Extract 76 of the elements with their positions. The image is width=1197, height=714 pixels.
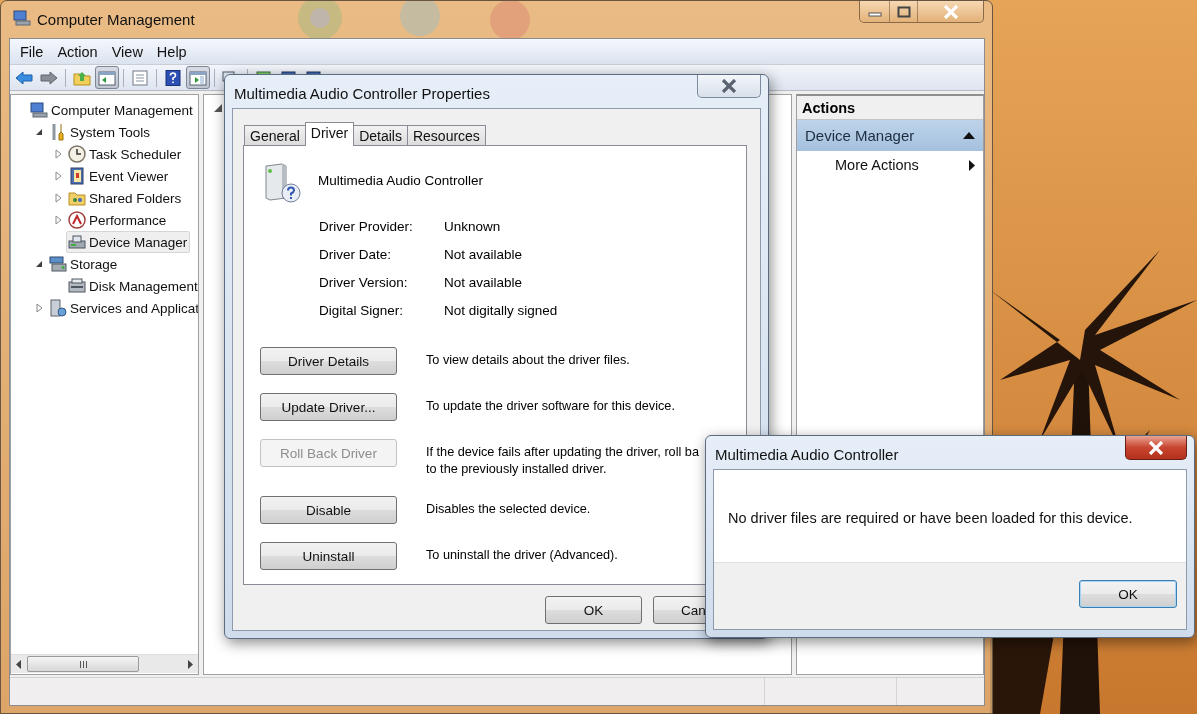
- device-name: Multimedia Audio Controller: [318, 173, 484, 188]
- tab[interactable]: Driver: [304, 122, 355, 146]
- log-book-icon: [68, 167, 86, 185]
- window-title: Computer Management: [37, 11, 196, 28]
- pane-icon: [98, 69, 116, 86]
- driver-action-button[interactable]: Uninstall: [260, 542, 397, 570]
- scroll-left-icon[interactable]: [16, 659, 22, 669]
- server-gear-icon: [49, 299, 67, 317]
- shared-folder-icon: [68, 189, 86, 207]
- tree-item[interactable]: Disk Management: [66, 275, 198, 297]
- close-icon: [1147, 440, 1165, 455]
- tab[interactable]: Details: [353, 125, 408, 145]
- gauge-icon: [68, 211, 86, 229]
- property-label: Driver Provider:: [319, 218, 414, 236]
- collapse-arrow-icon: [963, 132, 975, 139]
- menu-item[interactable]: Help: [149, 43, 194, 60]
- tree-item[interactable]: Computer Management: [28, 100, 196, 120]
- property-label: Driver Date:: [319, 246, 392, 264]
- menu-item[interactable]: File: [13, 43, 51, 60]
- tree-item[interactable]: Task Scheduler: [66, 143, 185, 165]
- scroll-thumb[interactable]: [27, 656, 139, 672]
- dialog-title: Multimedia Audio Controller Properties: [234, 85, 490, 102]
- close-button[interactable]: [1125, 436, 1187, 460]
- tree-item[interactable]: System Tools: [47, 121, 154, 143]
- back-arrow-icon: [15, 69, 33, 86]
- clock-icon: [68, 145, 86, 163]
- section-header[interactable]: Device Manager: [797, 120, 983, 151]
- tree-item[interactable]: Performance: [66, 209, 170, 231]
- action-description: To view details about the driver files.: [426, 352, 630, 369]
- driver-action-button[interactable]: Disable: [260, 496, 397, 524]
- dialog-button[interactable]: OK: [545, 596, 642, 624]
- sheet-icon: [131, 69, 149, 86]
- close-icon: [720, 79, 738, 93]
- actions-title: Actions: [802, 99, 856, 116]
- dialog-button[interactable]: Can: [653, 596, 706, 624]
- message-text: No driver files are required or have been loaded for this device.: [728, 510, 1133, 526]
- device-icon: [68, 233, 86, 251]
- close-icon: [941, 4, 960, 19]
- tree-item[interactable]: Shared Folders: [66, 187, 185, 209]
- property-value: Not available: [444, 274, 524, 292]
- tab[interactable]: Resources: [406, 125, 486, 145]
- sort-arrow-icon[interactable]: [214, 104, 222, 112]
- tree-item[interactable]: Event Viewer: [66, 165, 172, 187]
- property-label: Digital Signer:: [319, 302, 405, 320]
- scroll-right-icon[interactable]: [187, 659, 193, 669]
- property-value: Unknown: [444, 218, 502, 236]
- close-button[interactable]: [697, 75, 761, 98]
- tree-item[interactable]: Device Manager: [66, 231, 191, 253]
- action-link[interactable]: More Actions: [797, 151, 983, 179]
- folder-up-icon: [73, 69, 91, 86]
- dialog-title: Multimedia Audio Controller: [715, 446, 899, 463]
- maximize-button[interactable]: [889, 1, 917, 22]
- disk-icon: [68, 277, 86, 295]
- horizontal-scrollbar[interactable]: [11, 654, 198, 673]
- driver-action-button[interactable]: Update Driver...: [260, 393, 397, 421]
- menu-item[interactable]: Action: [50, 43, 105, 60]
- action-description: To update the driver software for this device.: [426, 398, 675, 415]
- property-value: Not digitally signed: [444, 302, 559, 320]
- action-description: Disables the selected device.: [426, 501, 591, 518]
- submenu-arrow-icon: [969, 159, 975, 171]
- action-description: If the device fails after updating the driver, roll ba to the previously installed driver.: [426, 444, 699, 478]
- ok-button[interactable]: OK: [1079, 580, 1177, 608]
- help-icon: [164, 69, 182, 86]
- tab[interactable]: General: [244, 125, 306, 145]
- computer-icon: [30, 102, 48, 118]
- property-label: Driver Version:: [319, 274, 409, 292]
- computer-icon: [13, 10, 31, 26]
- pane-icon: [189, 69, 207, 86]
- driver-action-button[interactable]: Driver Details: [260, 347, 397, 375]
- menu-item[interactable]: View: [104, 43, 150, 60]
- storage-icon: [49, 255, 67, 273]
- tree-item[interactable]: Storage: [47, 253, 121, 275]
- forward-arrow-icon: [40, 69, 58, 86]
- maximize-icon: [896, 5, 911, 18]
- action-description: To uninstall the driver (Advanced).: [426, 547, 618, 564]
- property-value: Not available: [444, 246, 524, 264]
